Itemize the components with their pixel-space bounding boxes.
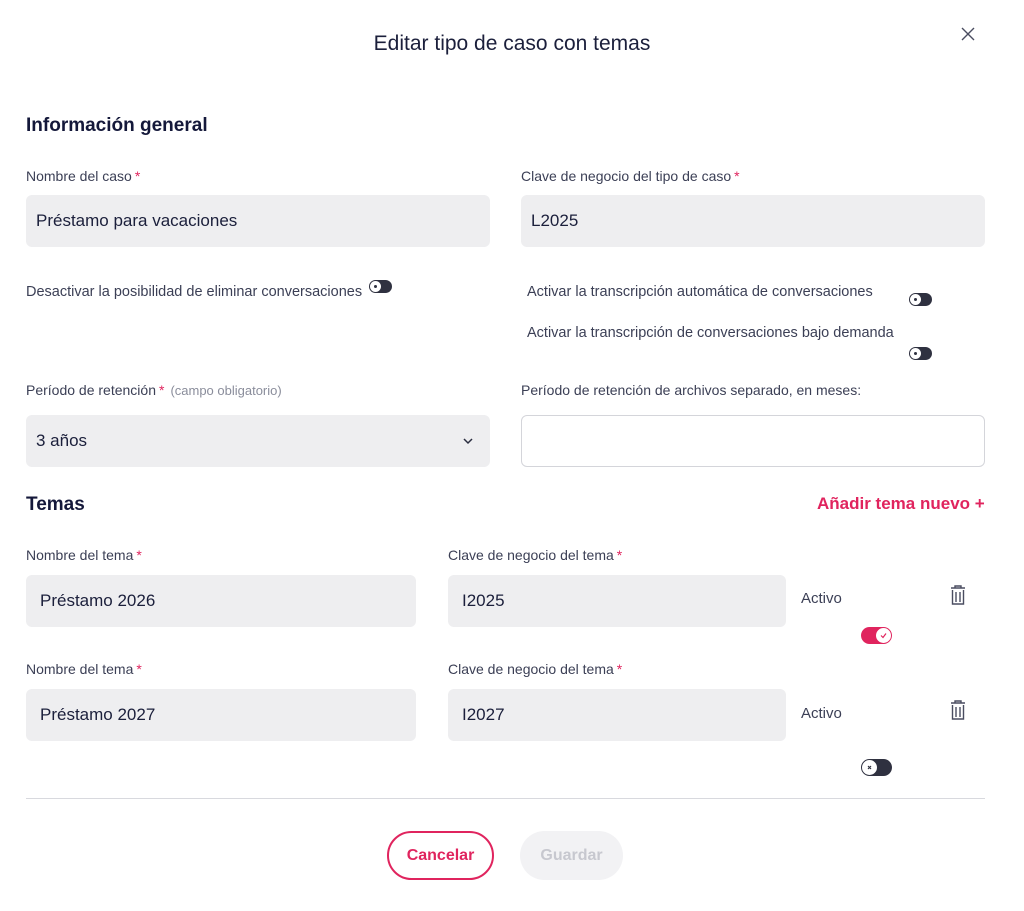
topic-key-value: I2027 bbox=[462, 705, 505, 724]
ondemand-transcription-label: Activar la transcripción de conversacion… bbox=[527, 325, 894, 341]
case-name-input[interactable]: Préstamo para vacaciones bbox=[26, 195, 490, 247]
close-button[interactable] bbox=[956, 22, 980, 46]
required-marker: * bbox=[136, 547, 142, 563]
close-icon bbox=[961, 27, 975, 41]
required-marker: * bbox=[136, 661, 142, 677]
delete-topic-button[interactable] bbox=[949, 700, 967, 720]
required-marker: * bbox=[734, 168, 740, 184]
topic-active-toggle[interactable] bbox=[861, 627, 892, 644]
business-key-label: Clave de negocio del tipo de caso * bbox=[521, 168, 740, 184]
section-heading-general: Información general bbox=[26, 115, 208, 136]
trash-icon bbox=[951, 585, 965, 605]
topic-name-value: Préstamo 2026 bbox=[40, 591, 156, 610]
case-name-value: Préstamo para vacaciones bbox=[36, 211, 238, 230]
topic-key-input[interactable]: I2025 bbox=[448, 575, 786, 627]
footer-divider bbox=[26, 798, 985, 799]
toggle-knob bbox=[910, 348, 921, 359]
retention-value: 3 años bbox=[36, 431, 88, 450]
file-retention-input[interactable] bbox=[521, 415, 985, 467]
auto-transcription-label: Activar la transcripción automática de c… bbox=[527, 284, 873, 300]
business-key-label-text: Clave de negocio del tipo de caso bbox=[521, 168, 732, 184]
topic-key-label-text: Clave de negocio del tema bbox=[448, 661, 614, 677]
file-retention-label: Período de retención de archivos separad… bbox=[521, 382, 862, 398]
topic-key-label: Clave de negocio del tema * bbox=[448, 547, 622, 563]
topic-active-label: Activo bbox=[801, 705, 842, 722]
chevron-down-icon bbox=[463, 438, 473, 445]
topic-name-value: Préstamo 2027 bbox=[40, 705, 156, 724]
required-marker: * bbox=[616, 547, 623, 563]
topic-active-label: Activo bbox=[801, 590, 842, 607]
x-icon bbox=[867, 765, 872, 770]
topic-name-label: Nombre del tema * bbox=[26, 661, 142, 677]
retention-select[interactable]: 3 años bbox=[26, 415, 490, 467]
topic-name-input[interactable]: Préstamo 2026 bbox=[26, 575, 416, 627]
topic-key-label-text: Clave de negocio del tema bbox=[448, 547, 614, 563]
case-name-label: Nombre del caso * bbox=[26, 168, 140, 184]
delete-topic-button[interactable] bbox=[949, 585, 967, 605]
auto-transcription-toggle[interactable] bbox=[909, 293, 932, 306]
cancel-button[interactable]: Cancelar bbox=[387, 831, 494, 880]
required-marker: * bbox=[134, 168, 141, 184]
save-button[interactable]: Guardar bbox=[520, 831, 623, 880]
topic-name-input[interactable]: Préstamo 2027 bbox=[26, 689, 416, 741]
modal-title: Editar tipo de caso con temas bbox=[373, 32, 651, 55]
disable-delete-toggle[interactable] bbox=[369, 280, 392, 293]
section-heading-topics: Temas bbox=[26, 494, 85, 515]
retention-label-text: Período de retención bbox=[26, 382, 156, 398]
topic-name-label-text: Nombre del tema bbox=[26, 547, 134, 563]
required-marker: * bbox=[616, 661, 623, 677]
toggle-knob bbox=[370, 281, 381, 292]
topic-key-label: Clave de negocio del tema * bbox=[448, 661, 622, 677]
retention-label: Período de retención * (campo obligatorio) bbox=[26, 382, 282, 398]
check-icon bbox=[880, 633, 887, 639]
topic-key-value: I2025 bbox=[462, 591, 505, 610]
add-topic-link[interactable]: Añadir tema nuevo + bbox=[817, 494, 985, 514]
trash-icon bbox=[951, 700, 965, 720]
toggle-knob bbox=[876, 628, 891, 643]
required-marker: * bbox=[158, 382, 165, 398]
topic-active-toggle[interactable] bbox=[861, 759, 892, 776]
disable-delete-label: Desactivar la posibilidad de eliminar co… bbox=[26, 284, 363, 300]
business-key-input[interactable]: L2025 bbox=[521, 195, 985, 247]
toggle-knob bbox=[862, 760, 877, 775]
topic-name-label-text: Nombre del tema bbox=[26, 661, 134, 677]
topic-key-input[interactable]: I2027 bbox=[448, 689, 786, 741]
topic-name-label: Nombre del tema * bbox=[26, 547, 142, 563]
toggle-knob bbox=[910, 294, 921, 305]
case-name-label-text: Nombre del caso bbox=[26, 168, 132, 184]
retention-hint: (campo obligatorio) bbox=[170, 383, 282, 398]
ondemand-transcription-toggle[interactable] bbox=[909, 347, 932, 360]
business-key-value: L2025 bbox=[531, 211, 579, 230]
